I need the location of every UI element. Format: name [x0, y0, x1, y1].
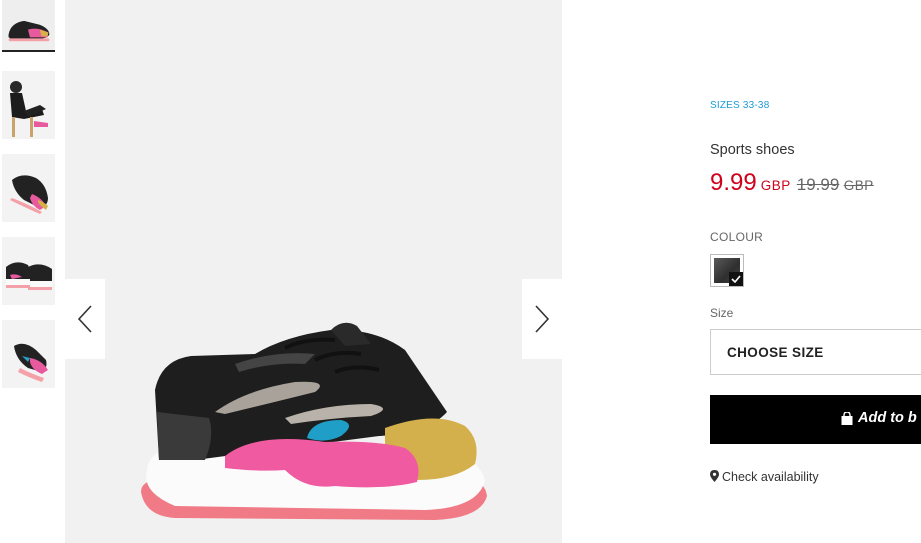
product-details-panel: SIZES 33-38 Sports shoes 9.99 GBP 19.99 GB… [710, 0, 921, 543]
sizes-range-label: SIZES 33-38 [710, 100, 770, 111]
add-to-bag-label: Add to b [858, 410, 917, 426]
thumbnail-4[interactable] [2, 237, 55, 305]
current-price: 9.99 [710, 169, 757, 196]
product-page: SIZES 33-38 Sports shoes 9.99 GBP 19.99 GB… [0, 0, 921, 543]
colour-label: COLOUR [710, 230, 764, 244]
check-icon [729, 272, 743, 286]
product-title: Sports shoes [710, 142, 795, 158]
chevron-right-icon [535, 305, 550, 333]
size-select-value: CHOOSE SIZE [727, 345, 824, 360]
add-to-bag-button[interactable]: Add to b [710, 395, 921, 444]
thumbnail-3[interactable] [2, 154, 55, 222]
check-availability-link[interactable]: Check availability [710, 470, 819, 484]
previous-image-button[interactable] [65, 279, 105, 359]
old-price-currency: GBP [843, 178, 874, 193]
thumbnail-2[interactable] [2, 71, 55, 139]
location-pin-icon [710, 470, 719, 482]
main-product-image [65, 0, 562, 543]
size-label: Size [710, 306, 734, 320]
size-select[interactable]: CHOOSE SIZE [710, 329, 921, 375]
shopping-bag-icon [841, 412, 853, 425]
colour-swatch-selected[interactable] [710, 254, 744, 287]
thumbnail-5[interactable] [2, 320, 55, 388]
thumbnail-1[interactable] [2, 0, 55, 52]
check-availability-label: Check availability [722, 470, 819, 484]
price-row: 9.99 GBP 19.99 GBP [710, 169, 874, 197]
next-image-button[interactable] [522, 279, 562, 359]
chevron-left-icon [77, 305, 92, 333]
old-price: 19.99 [796, 175, 840, 194]
sneaker-image [141, 322, 487, 520]
current-price-currency: GBP [760, 178, 791, 193]
